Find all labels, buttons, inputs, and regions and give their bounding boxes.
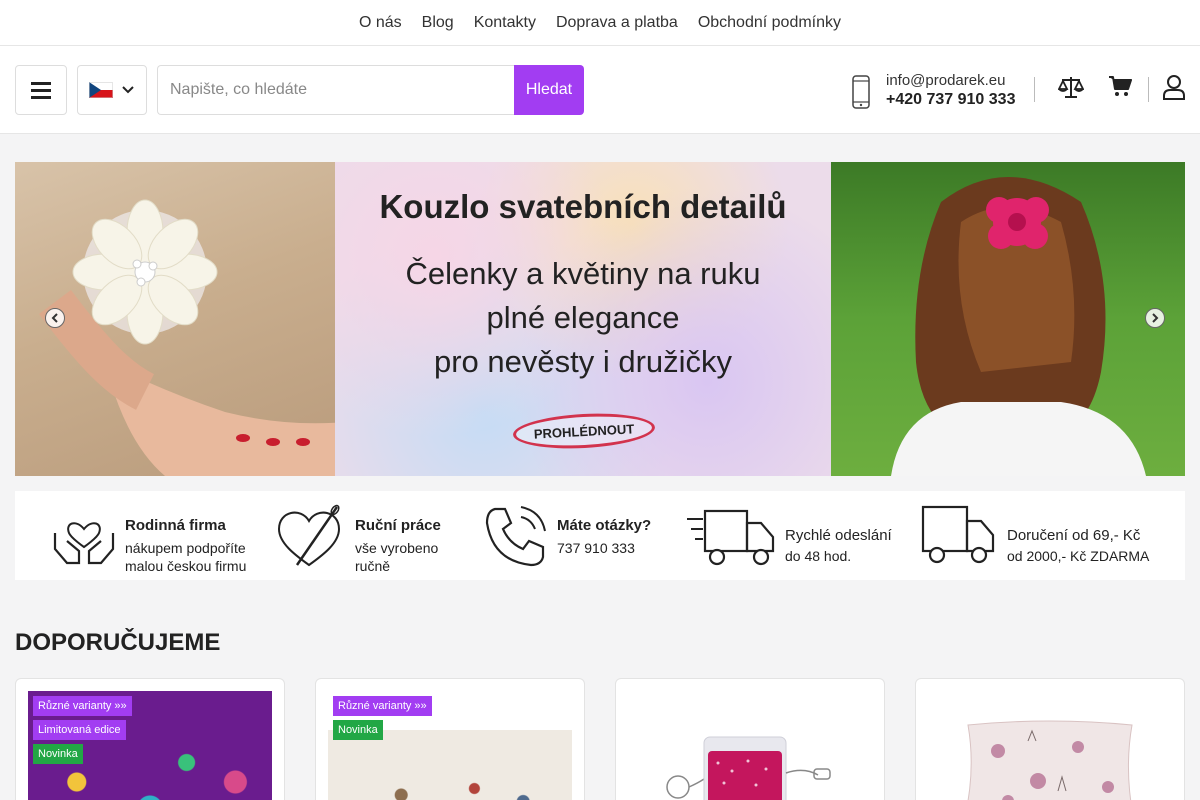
heart-needle-icon <box>277 504 341 567</box>
benefit-text: 737 910 333 <box>557 540 635 556</box>
header-divider <box>1034 77 1035 102</box>
top-navigation: O nás Blog Kontakty Doprava a platba Obc… <box>0 0 1200 46</box>
girl-flower-illustration <box>891 177 1146 476</box>
product-badge: Novinka <box>333 720 383 740</box>
czech-flag-icon <box>89 82 113 98</box>
banner-title: Kouzlo svatebních detailů <box>379 188 787 225</box>
product-card[interactable] <box>915 678 1185 800</box>
chevron-right-icon <box>1152 313 1159 323</box>
nav-link-contacts[interactable]: Kontakty <box>474 14 536 32</box>
search-input[interactable] <box>157 65 515 115</box>
product-badge: Různé varianty »» <box>333 696 432 716</box>
benefits-strip: Rodinná firma nákupem podpoříte malou če… <box>15 491 1185 580</box>
benefit-title: Ruční práce <box>355 517 441 534</box>
benefit-delivery: Doručení od 69,- Kč od 2000,- Kč ZDARMA <box>921 501 1171 571</box>
product-card[interactable]: Různé varianty »» Limitovaná edice Novin… <box>15 678 285 800</box>
product-card[interactable]: Různé varianty »» Novinka <box>315 678 585 800</box>
benefit-text: nákupem podpoříte malou českou firmu <box>125 539 246 575</box>
banner-line-2: plné elegance <box>486 300 680 335</box>
banner-line-1: Čelenky a květiny na ruku <box>405 256 761 291</box>
benefit-title: Doručení od 69,- Kč <box>1007 527 1141 544</box>
banner-line-3: pro nevěsty i družičky <box>433 344 733 379</box>
benefit-questions: Máte otázky? 737 910 333 <box>483 501 673 571</box>
benefit-handmade: Ruční práce vše vyrobeno ručně <box>275 501 475 574</box>
banner-image-girl-flower <box>831 162 1185 476</box>
header-divider <box>1148 77 1149 102</box>
phone-icon <box>485 506 546 567</box>
hero-banner[interactable]: Kouzlo svatebních detailů Čelenky a květ… <box>15 162 1185 476</box>
product-image[interactable] <box>928 691 1172 800</box>
chevron-down-icon <box>122 86 134 94</box>
contact-phone[interactable]: +420 737 910 333 <box>886 91 1015 109</box>
fast-truck-icon <box>687 509 775 566</box>
benefit-text-line: ručně <box>355 558 391 574</box>
product-image[interactable] <box>628 691 872 800</box>
mobile-phone-icon <box>852 75 870 109</box>
benefit-text: vše vyrobeno ručně <box>355 539 438 575</box>
site-header: Hledat info@prodarek.eu +420 737 910 333 <box>0 46 1200 134</box>
menu-icon <box>31 82 51 99</box>
carousel-prev-button[interactable] <box>45 308 65 328</box>
user-icon[interactable] <box>1162 74 1186 100</box>
benefit-title: Rodinná firma <box>125 517 226 534</box>
benefit-text-line: vše vyrobeno <box>355 540 439 556</box>
truck-icon <box>921 505 995 564</box>
nav-link-terms[interactable]: Obchodní podmínky <box>698 14 841 32</box>
nav-link-shipping-payment[interactable]: Doprava a platba <box>556 14 678 32</box>
benefit-title: Máte otázky? <box>557 517 652 534</box>
search-button[interactable]: Hledat <box>514 65 584 115</box>
keychain-pouch-illustration <box>666 736 831 800</box>
product-image[interactable]: Různé varianty »» Limitovaná edice Novin… <box>28 691 272 800</box>
section-title-recommended: DOPORUČUJEME <box>15 629 221 656</box>
carousel-next-button[interactable] <box>1145 308 1165 328</box>
chevron-left-icon <box>51 313 58 323</box>
contact-info: info@prodarek.eu +420 737 910 333 <box>850 71 1025 111</box>
benefit-text-line: malou českou firmu <box>125 558 247 574</box>
contact-email[interactable]: info@prodarek.eu <box>886 72 1005 89</box>
menu-button[interactable] <box>15 65 67 115</box>
benefit-title: Rychlé odeslání <box>785 527 892 544</box>
compare-scale-icon[interactable] <box>1058 74 1084 100</box>
hands-heart-icon <box>53 522 115 565</box>
product-badge: Novinka <box>33 744 83 764</box>
benefit-text-line: nákupem podpoříte <box>125 540 246 556</box>
nav-link-about[interactable]: O nás <box>359 14 402 32</box>
benefit-text: do 48 hod. <box>785 548 852 564</box>
benefit-fast-shipping: Rychlé odeslání do 48 hod. <box>685 501 915 571</box>
banner-cta-button[interactable]: PROHLÉDNOUT <box>512 410 656 452</box>
product-badge: Různé varianty »» <box>33 696 132 716</box>
benefit-text: od 2000,- Kč ZDARMA <box>1007 548 1150 564</box>
cart-icon[interactable] <box>1108 74 1132 98</box>
pillow-illustration <box>967 720 1133 800</box>
benefit-family-company: Rodinná firma nákupem podpoříte malou če… <box>51 501 261 574</box>
product-image[interactable]: Různé varianty »» Novinka <box>328 691 572 800</box>
banner-text-panel: Kouzlo svatebních detailů Čelenky a květ… <box>335 162 831 476</box>
product-badge: Limitovaná edice <box>33 720 126 740</box>
nav-link-blog[interactable]: Blog <box>422 14 454 32</box>
language-selector[interactable] <box>77 65 147 115</box>
product-card[interactable] <box>615 678 885 800</box>
